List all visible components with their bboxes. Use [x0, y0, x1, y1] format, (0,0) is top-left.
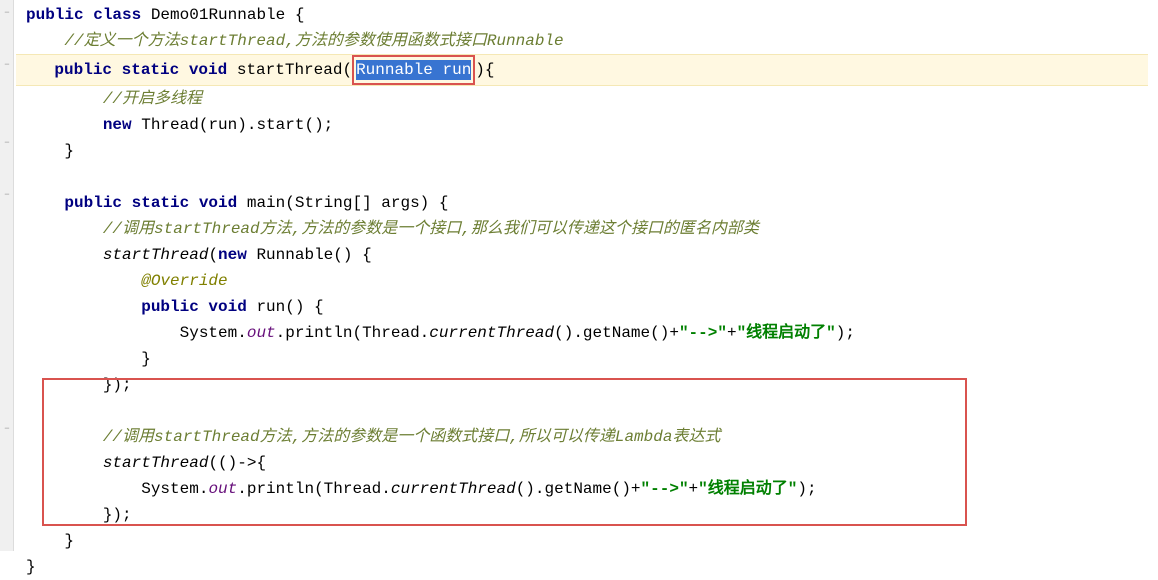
code-line: startThread(new Runnable() { — [16, 242, 1158, 268]
code-line: }); — [16, 372, 1158, 398]
code-line: }); — [16, 502, 1158, 528]
red-highlight-param: Runnable run — [352, 55, 475, 85]
code-line: new Thread(run).start(); — [16, 112, 1158, 138]
annotation: @Override — [141, 272, 227, 290]
comment: //调用startThread方法,方法的参数是一个函数式接口,所以可以传递La… — [103, 428, 721, 446]
code-line: public void run() { — [16, 294, 1158, 320]
comment: //定义一个方法startThread,方法的参数使用函数式接口Runnable — [64, 32, 563, 50]
code-line: System.out.println(Thread.currentThread(… — [16, 476, 1158, 502]
code-line: } — [16, 554, 1158, 580]
code-line-highlighted: public static void startThread(Runnable … — [16, 54, 1148, 86]
code-line: } — [16, 138, 1158, 164]
code-line: public class Demo01Runnable { — [16, 2, 1158, 28]
code-line: } — [16, 528, 1158, 554]
code-line: //定义一个方法startThread,方法的参数使用函数式接口Runnable — [16, 28, 1158, 54]
code-line: //调用startThread方法,方法的参数是一个函数式接口,所以可以传递La… — [16, 424, 1158, 450]
code-line: startThread(()->{ — [16, 450, 1158, 476]
code-line — [16, 164, 1158, 190]
code-line: } — [16, 346, 1158, 372]
selected-text: Runnable run — [356, 60, 471, 80]
code-line: System.out.println(Thread.currentThread(… — [16, 320, 1158, 346]
comment: //开启多线程 — [103, 90, 202, 108]
code-line — [16, 398, 1158, 424]
comment: //调用startThread方法,方法的参数是一个接口,那么我们可以传递这个接… — [103, 220, 759, 238]
code-line: //调用startThread方法,方法的参数是一个接口,那么我们可以传递这个接… — [16, 216, 1158, 242]
code-line: @Override — [16, 268, 1158, 294]
code-editor[interactable]: public class Demo01Runnable { //定义一个方法st… — [0, 0, 1158, 580]
code-line: public static void main(String[] args) { — [16, 190, 1158, 216]
code-line: //开启多线程 — [16, 86, 1158, 112]
